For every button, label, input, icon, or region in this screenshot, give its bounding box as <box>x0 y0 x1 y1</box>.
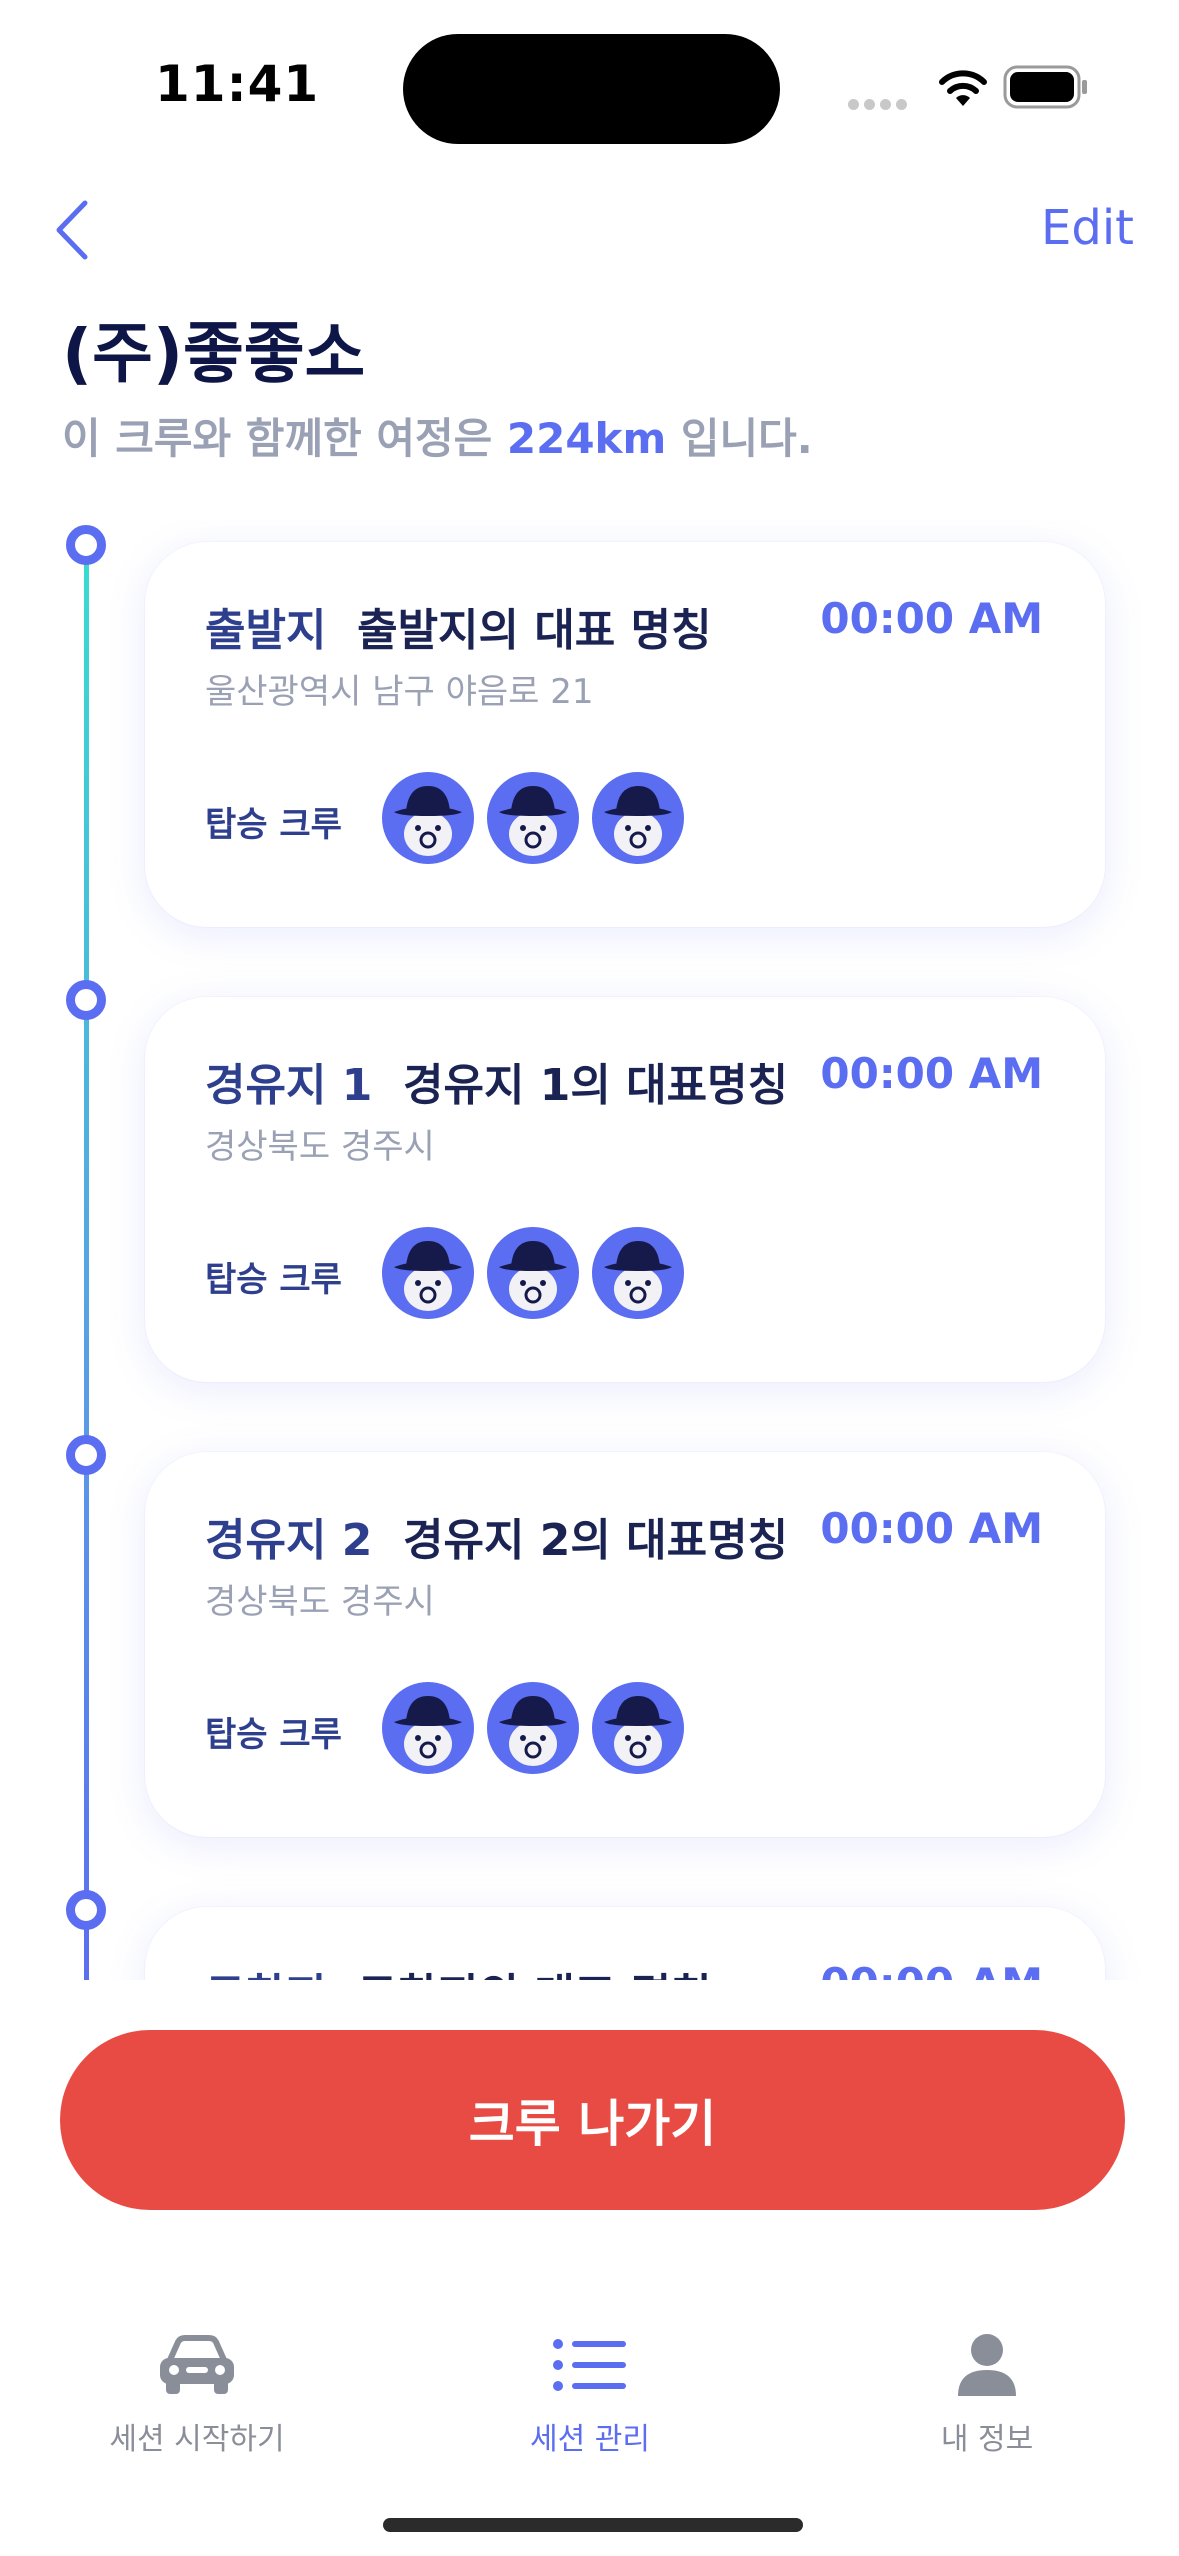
crew-avatars <box>382 772 697 864</box>
dynamic-island <box>403 34 780 144</box>
crew-avatar[interactable] <box>487 772 579 864</box>
car-icon <box>160 2335 234 2394</box>
crew-avatar[interactable] <box>592 1227 684 1319</box>
stop-address: 울산광역시 남구 야음로 21 <box>205 672 594 712</box>
stop-card-waypoint-1[interactable]: 경유지 1 경유지 1의 대표명칭 00:00 AM 경상북도 경주시 탑승 크… <box>145 997 1105 1382</box>
tab-label: 세션 관리 <box>530 2422 650 2457</box>
edit-button[interactable]: Edit <box>1041 200 1134 256</box>
tab-my-info[interactable]: 내 정보 <box>857 2330 1117 2458</box>
crew-avatar[interactable] <box>382 772 474 864</box>
crew-avatars <box>382 1227 697 1319</box>
summary-suffix: 입니다. <box>666 414 813 463</box>
signal-icon <box>848 95 912 114</box>
stop-type: 경유지 2 <box>205 1515 373 1566</box>
crew-avatar[interactable] <box>487 1682 579 1774</box>
crew-avatar[interactable] <box>382 1682 474 1774</box>
stop-card-arrival[interactable]: 도착지 도착지의 대표 명칭 00:00 AM <box>145 1907 1105 1980</box>
back-chevron-icon[interactable] <box>45 195 105 265</box>
stop-name: 경유지 2의 대표명칭 <box>403 1515 789 1566</box>
stop-card-departure[interactable]: 출발지 출발지의 대표 명칭 00:00 AM 울산광역시 남구 야음로 21 … <box>145 542 1105 927</box>
tab-start-session[interactable]: 세션 시작하기 <box>67 2330 327 2458</box>
stop-address: 경상북도 경주시 <box>205 1127 435 1167</box>
status-time: 11:41 <box>155 55 320 113</box>
crew-avatar[interactable] <box>382 1227 474 1319</box>
route-timeline[interactable]: 출발지 출발지의 대표 명칭 00:00 AM 울산광역시 남구 야음로 21 … <box>0 520 1179 1980</box>
journey-distance: 224km <box>506 414 667 463</box>
stop-name: 경유지 1의 대표명칭 <box>403 1060 789 1111</box>
stop-name: 출발지의 대표 명칭 <box>357 605 712 656</box>
stop-type: 경유지 1 <box>205 1060 373 1111</box>
timeline-node <box>66 980 106 1020</box>
tab-session-manage[interactable]: 세션 관리 <box>460 2330 720 2458</box>
stop-address: 경상북도 경주시 <box>205 1582 435 1622</box>
stop-heading: 출발지 출발지의 대표 명칭 <box>205 594 712 658</box>
crew-label: 탑승 크루 <box>205 1715 342 1755</box>
timeline-node <box>66 1890 106 1930</box>
stop-card-waypoint-2[interactable]: 경유지 2 경유지 2의 대표명칭 00:00 AM 경상북도 경주시 탑승 크… <box>145 1452 1105 1837</box>
timeline-node <box>66 1435 106 1475</box>
tab-label: 세션 시작하기 <box>109 2422 285 2457</box>
timeline-node <box>66 525 106 565</box>
stop-time: 00:00 AM <box>820 1049 1043 1098</box>
person-icon <box>958 2334 1016 2396</box>
summary-prefix: 이 크루와 함께한 여정은 <box>62 414 507 463</box>
stop-name: 도착지의 대표 명칭 <box>357 1970 711 1980</box>
timeline-line <box>84 550 89 1980</box>
stop-type: 출발지 <box>205 605 327 656</box>
home-indicator <box>383 2518 803 2532</box>
battery-icon <box>1003 65 1087 109</box>
journey-summary: 이 크루와 함께한 여정은 224km 입니다. <box>62 405 813 466</box>
crew-avatars <box>382 1682 697 1774</box>
stop-time: 00:00 AM <box>820 1959 1043 1980</box>
stop-heading: 도착지 도착지의 대표 명칭 <box>205 1959 712 1980</box>
list-icon <box>553 2339 626 2391</box>
tab-label: 내 정보 <box>940 2422 1034 2457</box>
stop-heading: 경유지 2 경유지 2의 대표명칭 <box>205 1504 788 1568</box>
leave-crew-button[interactable]: 크루 나가기 <box>60 2030 1125 2210</box>
crew-avatar[interactable] <box>592 772 684 864</box>
crew-label: 탑승 크루 <box>205 1260 342 1300</box>
crew-label: 탑승 크루 <box>205 805 342 845</box>
crew-avatar[interactable] <box>592 1682 684 1774</box>
stop-time: 00:00 AM <box>820 594 1043 643</box>
crew-avatar[interactable] <box>487 1227 579 1319</box>
stop-heading: 경유지 1 경유지 1의 대표명칭 <box>205 1049 788 1113</box>
wifi-icon <box>939 70 987 106</box>
stop-type: 도착지 <box>205 1970 326 1980</box>
crew-title: (주)좋좋소 <box>62 315 366 392</box>
stop-time: 00:00 AM <box>820 1504 1043 1553</box>
